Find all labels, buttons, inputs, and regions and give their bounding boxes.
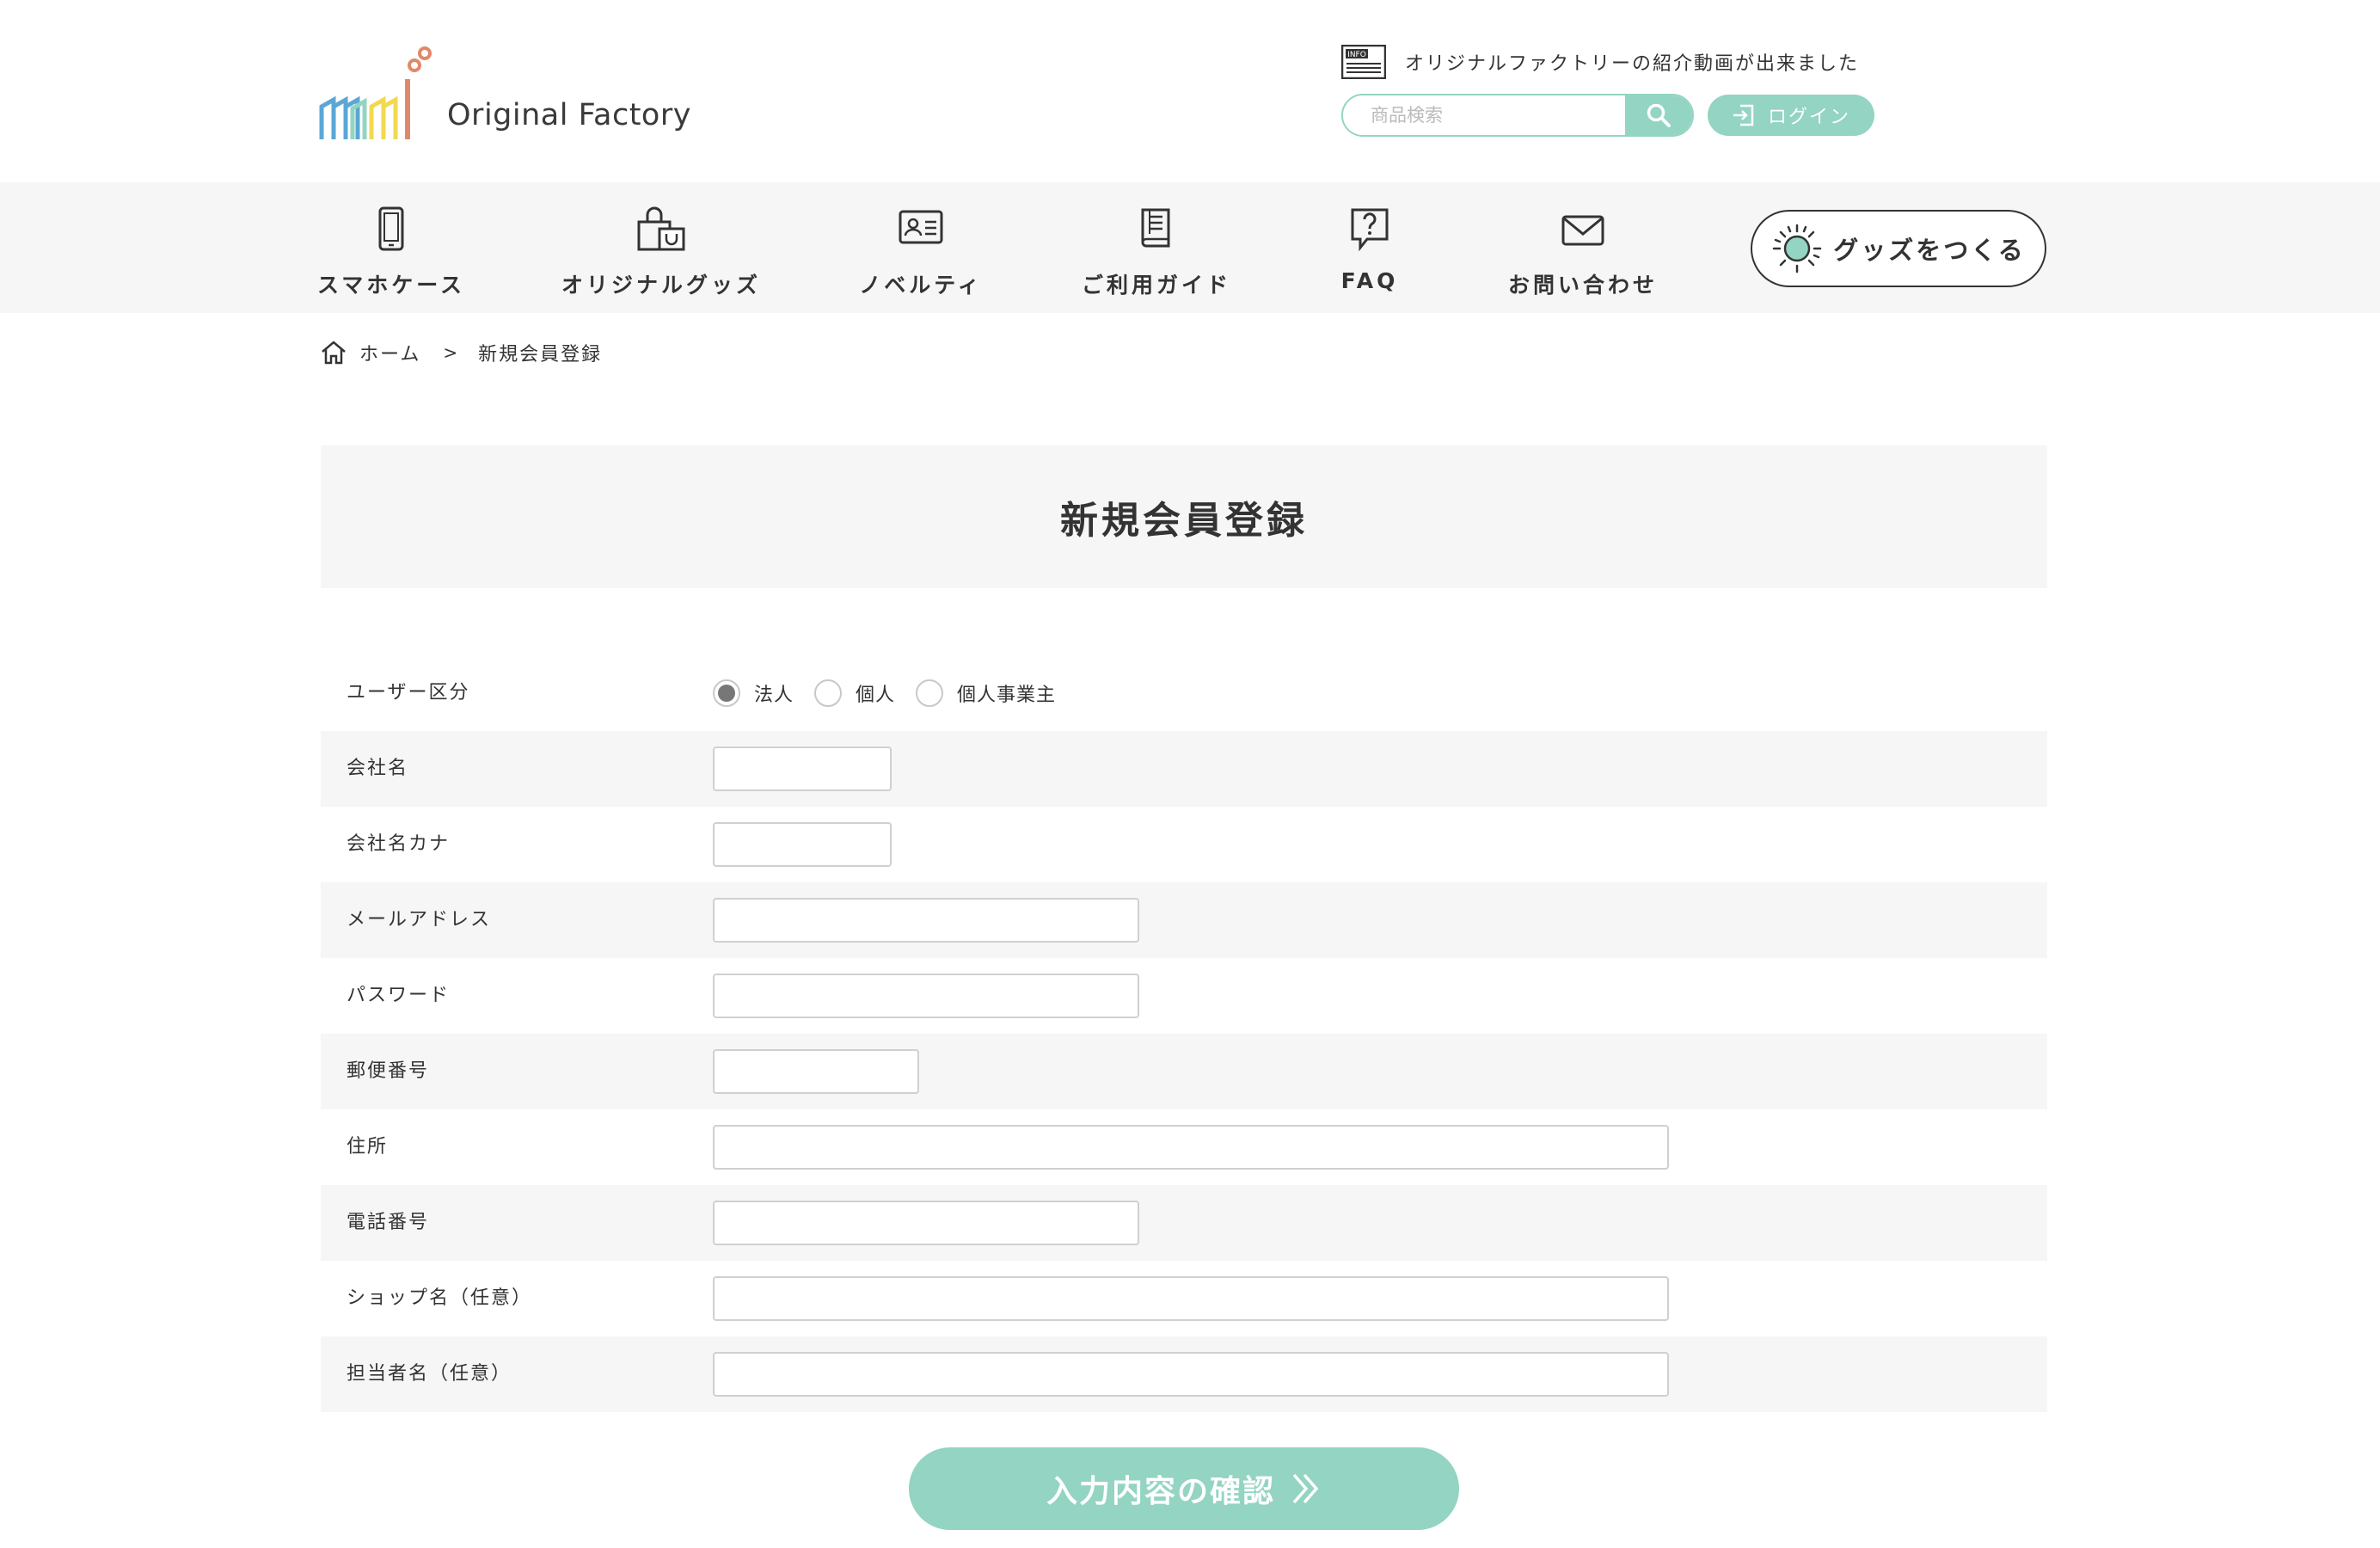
field-label: メールアドレス	[347, 909, 492, 931]
radio-individual[interactable]: 個人	[814, 679, 895, 707]
field-label: 住所	[347, 1136, 389, 1158]
info-announcement[interactable]: INFO オリジナルファクトリーの紹介動画が出来ました	[1341, 45, 1859, 79]
form-row-postal-code: 郵便番号	[321, 1034, 2047, 1109]
user-type-radio-group: 法人 個人 個人事業主	[713, 655, 1077, 731]
form-row-company-name: 会社名	[321, 731, 2047, 807]
radio-circle[interactable]	[814, 679, 843, 707]
radio-circle[interactable]	[916, 679, 944, 707]
login-label: ログイン	[1767, 107, 1850, 128]
main-nav: スマホケース オリジナルグッズ ノベルティ ご利用ガイド FAQ お問い合わせ …	[0, 182, 2380, 313]
nav-item-novelty[interactable]: ノベルティ	[859, 182, 983, 313]
field-label: 郵便番号	[347, 1060, 430, 1082]
form-row-password: パスワード	[321, 958, 2047, 1034]
nav-item-guide[interactable]: ご利用ガイド	[1082, 182, 1232, 313]
search-box	[1341, 94, 1694, 137]
registration-form: ユーザー区分 法人 個人 個人事業主 会社名 会社名カナ メールアドレス パスワ…	[321, 655, 2047, 1412]
field-label: 電話番号	[347, 1212, 430, 1233]
nav-label: ノベルティ	[859, 273, 983, 298]
login-icon	[1733, 104, 1754, 126]
breadcrumb: ホーム > 新規会員登録	[320, 339, 602, 366]
form-row-address: 住所	[321, 1109, 2047, 1185]
user-type-label: ユーザー区分	[347, 682, 470, 703]
nav-item-original-goods[interactable]: オリジナルグッズ	[561, 182, 758, 313]
contact-person-input[interactable]	[713, 1352, 1669, 1397]
shopping-bag-icon	[637, 206, 685, 251]
form-row-user-type: ユーザー区分 法人 個人 個人事業主	[321, 655, 2047, 731]
site-logo[interactable]: Original Factory	[318, 38, 696, 141]
confirm-label: 入力内容の確認	[1046, 1474, 1275, 1509]
login-button[interactable]: ログイン	[1708, 95, 1874, 136]
radio-circle-checked[interactable]	[713, 679, 740, 707]
postal-code-input[interactable]	[713, 1049, 919, 1094]
smartphone-icon	[378, 206, 404, 251]
confirm-button[interactable]: 入力内容の確認	[909, 1447, 1459, 1530]
field-label: 会社名カナ	[347, 833, 451, 855]
company-kana-input[interactable]	[713, 822, 892, 867]
book-icon	[1141, 208, 1170, 248]
page-title-panel: 新規会員登録	[321, 445, 2047, 588]
form-row-email: メールアドレス	[321, 882, 2047, 958]
nav-label: お問い合わせ	[1508, 273, 1659, 298]
phone-input[interactable]	[713, 1201, 1139, 1245]
nav-item-faq[interactable]: FAQ	[1331, 182, 1408, 313]
make-goods-button[interactable]: グッズをつくる	[1751, 210, 2046, 287]
breadcrumb-current: 新規会員登録	[478, 344, 603, 366]
double-chevron-right-icon	[1292, 1473, 1319, 1504]
search-input[interactable]	[1343, 95, 1625, 135]
info-badge-text: INFO	[1347, 51, 1366, 59]
home-icon	[322, 341, 346, 365]
form-row-company-kana: 会社名カナ	[321, 807, 2047, 882]
question-icon	[1351, 208, 1389, 251]
radio-label: 個人事業主	[957, 685, 1057, 706]
form-row-contact-person: 担当者名（任意）	[321, 1336, 2047, 1412]
field-label: ショップ名（任意）	[347, 1287, 533, 1309]
search-button[interactable]	[1625, 95, 1692, 135]
make-goods-label: グッズをつくる	[1833, 236, 2026, 265]
logo-text: Original Factory	[447, 98, 691, 132]
radio-corporation[interactable]: 法人	[713, 679, 794, 707]
mail-icon	[1561, 215, 1604, 246]
factory-logo-icon	[319, 46, 432, 139]
breadcrumb-separator: >	[443, 342, 460, 363]
sun-icon	[1773, 224, 1822, 273]
password-input[interactable]	[713, 974, 1139, 1018]
nav-label: オリジナルグッズ	[561, 273, 762, 298]
id-card-icon	[899, 210, 943, 244]
form-row-shop-name: ショップ名（任意）	[321, 1261, 2047, 1336]
search-icon	[1647, 103, 1671, 127]
nav-label: スマホケース	[317, 273, 466, 298]
page-title: 新規会員登録	[1060, 499, 1308, 543]
shop-name-input[interactable]	[713, 1276, 1669, 1321]
breadcrumb-home-label: ホーム	[359, 344, 421, 366]
nav-item-smartphone-case[interactable]: スマホケース	[317, 182, 466, 313]
info-news-icon: INFO	[1341, 45, 1386, 79]
nav-label: FAQ	[1340, 268, 1399, 293]
nav-item-contact[interactable]: お問い合わせ	[1508, 182, 1654, 313]
info-text: オリジナルファクトリーの紹介動画が出来ました	[1405, 53, 1860, 75]
field-label: 担当者名（任意）	[347, 1363, 512, 1385]
form-row-phone: 電話番号	[321, 1185, 2047, 1261]
email-input[interactable]	[713, 898, 1139, 943]
radio-label: 法人	[754, 685, 794, 706]
field-label: パスワード	[347, 985, 451, 1006]
company-name-input[interactable]	[713, 746, 892, 791]
nav-label: ご利用ガイド	[1082, 273, 1232, 298]
radio-label: 個人	[856, 685, 896, 706]
field-label: 会社名	[347, 758, 409, 779]
address-input[interactable]	[713, 1125, 1669, 1170]
breadcrumb-home[interactable]: ホーム	[320, 339, 420, 366]
radio-sole-proprietor[interactable]: 個人事業主	[916, 679, 1056, 707]
